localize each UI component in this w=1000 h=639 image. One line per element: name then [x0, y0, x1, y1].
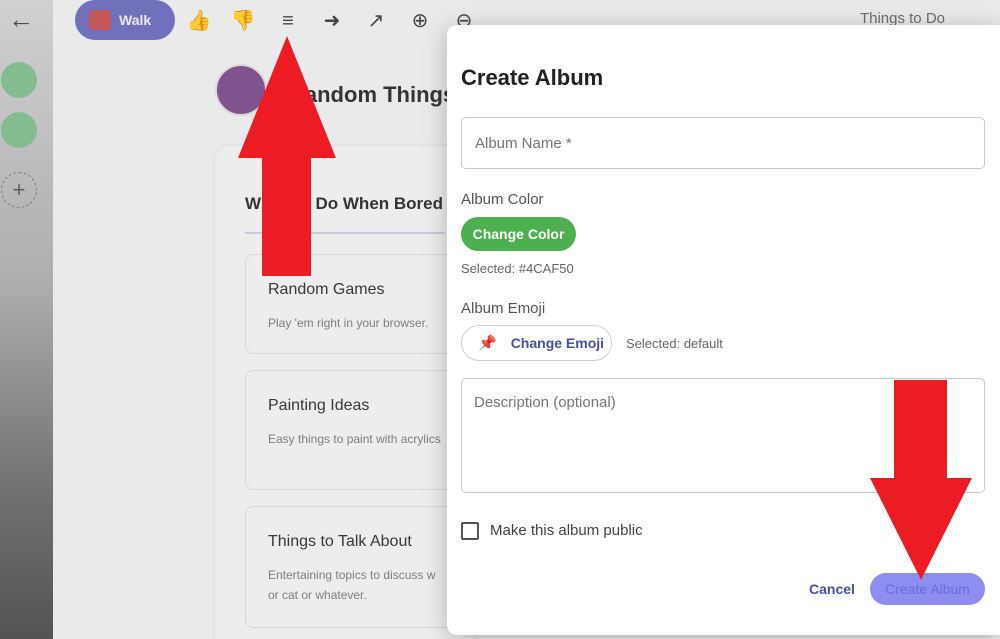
- pushpin-icon: 📌: [478, 335, 497, 352]
- change-emoji-button[interactable]: 📌 Change Emoji: [461, 325, 612, 361]
- album-emoji-label: Album Emoji: [461, 300, 546, 317]
- public-checkbox[interactable]: [461, 522, 479, 540]
- selected-emoji-text: Selected: default: [626, 336, 723, 351]
- selected-color-text: Selected: #4CAF50: [461, 261, 574, 276]
- change-emoji-label: Change Emoji: [510, 335, 605, 351]
- change-color-button[interactable]: Change Color: [461, 217, 576, 251]
- annotation-arrow-down-icon: [870, 380, 972, 580]
- public-checkbox-label[interactable]: Make this album public: [490, 522, 643, 539]
- dialog-title: Create Album: [461, 65, 604, 90]
- annotation-arrow-up-icon: [238, 36, 336, 276]
- cancel-button[interactable]: Cancel: [798, 577, 866, 601]
- album-name-input[interactable]: [461, 117, 985, 169]
- album-color-label: Album Color: [461, 191, 544, 208]
